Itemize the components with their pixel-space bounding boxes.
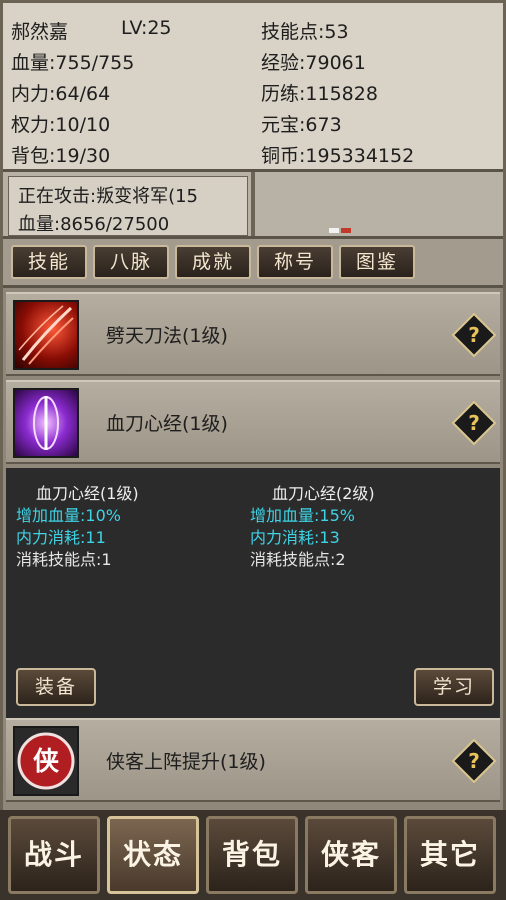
skill-name: 侠客上阵提升(1级) (106, 751, 266, 773)
skill-points: 技能点:53 (261, 21, 349, 43)
player-stats-panel: 郝然嘉 LV:25 技能点:53 血量:755/755 经验:79061 内力:… (3, 3, 503, 172)
help-icon[interactable]: ? (452, 401, 496, 445)
skill-row[interactable]: 侠 侠客上阵提升(1级) ? (6, 718, 500, 802)
player-training: 历练:115828 (261, 83, 378, 105)
tab-achievements[interactable]: 成就 (175, 245, 251, 279)
target-hp-text: 血量:8656/27500 (18, 214, 170, 235)
svg-text:?: ? (468, 323, 480, 347)
svg-text:?: ? (468, 749, 480, 773)
svg-text:侠: 侠 (33, 746, 60, 777)
tab-skills[interactable]: 技能 (11, 245, 87, 279)
skill-name: 血刀心经(1级) (106, 413, 228, 435)
player-mp: 内力:64/64 (11, 83, 111, 105)
battle-target-panel: 正在攻击:叛变将军(15 血量:8656/27500 (3, 172, 503, 239)
nav-battle-button[interactable]: 战斗 (8, 816, 100, 894)
player-level: LV:25 (121, 17, 172, 39)
nav-heroes-button[interactable]: 侠客 (305, 816, 397, 894)
equip-button[interactable]: 装备 (16, 668, 96, 706)
purple-aura-icon (13, 388, 79, 458)
current-mp-cost: 内力消耗:11 (16, 528, 106, 547)
next-hp-bonus: 增加血量:15% (250, 506, 355, 525)
mini-marker (341, 228, 351, 233)
player-bag: 背包:19/30 (11, 145, 111, 167)
nav-status-button[interactable]: 状态 (107, 816, 199, 894)
nav-other-button[interactable]: 其它 (404, 816, 496, 894)
current-hp-bonus: 增加血量:10% (16, 506, 121, 525)
player-name: 郝然嘉 (11, 21, 69, 43)
mini-marker (329, 228, 339, 233)
nav-bag-button[interactable]: 背包 (206, 816, 298, 894)
current-sp-cost: 消耗技能点:1 (16, 550, 112, 569)
next-mp-cost: 内力消耗:13 (250, 528, 340, 547)
player-copper: 铜币:195334152 (261, 145, 415, 167)
divider (251, 172, 255, 236)
skill-row[interactable]: 血刀心经(1级) ? (6, 380, 500, 464)
skill-detail-panel: 血刀心经(1级) 增加血量:10% 内力消耗:11 消耗技能点:1 血刀心经(2… (6, 468, 500, 718)
help-icon[interactable]: ? (452, 739, 496, 783)
learn-button[interactable]: 学习 (414, 668, 494, 706)
svg-text:?: ? (468, 411, 480, 435)
skill-name: 劈天刀法(1级) (106, 325, 228, 347)
target-attacking-text: 正在攻击:叛变将军(15 (18, 186, 198, 207)
bottom-nav: 战斗 状态 背包 侠客 其它 (0, 810, 506, 900)
target-info-box: 正在攻击:叛变将军(15 血量:8656/27500 (8, 176, 248, 236)
help-icon[interactable]: ? (452, 313, 496, 357)
player-exp: 经验:79061 (261, 52, 366, 74)
next-sp-cost: 消耗技能点:2 (250, 550, 346, 569)
blade-slash-icon (13, 300, 79, 370)
tab-meridians[interactable]: 八脉 (93, 245, 169, 279)
skill-list: 劈天刀法(1级) ? 血刀心经(1级) ? 血刀心经(1级) 增加血量:10% … (3, 288, 503, 810)
xia-emblem-icon: 侠 (13, 726, 79, 796)
current-level-title: 血刀心经(1级) (36, 484, 139, 503)
tab-codex[interactable]: 图鉴 (339, 245, 415, 279)
tab-bar: 技能 八脉 成就 称号 图鉴 (3, 239, 503, 288)
player-power: 权力:10/10 (11, 114, 111, 136)
next-level-title: 血刀心经(2级) (272, 484, 375, 503)
skill-row[interactable]: 劈天刀法(1级) ? (6, 292, 500, 376)
player-yuanbao: 元宝:673 (261, 114, 342, 136)
tab-titles[interactable]: 称号 (257, 245, 333, 279)
player-hp: 血量:755/755 (11, 52, 135, 74)
